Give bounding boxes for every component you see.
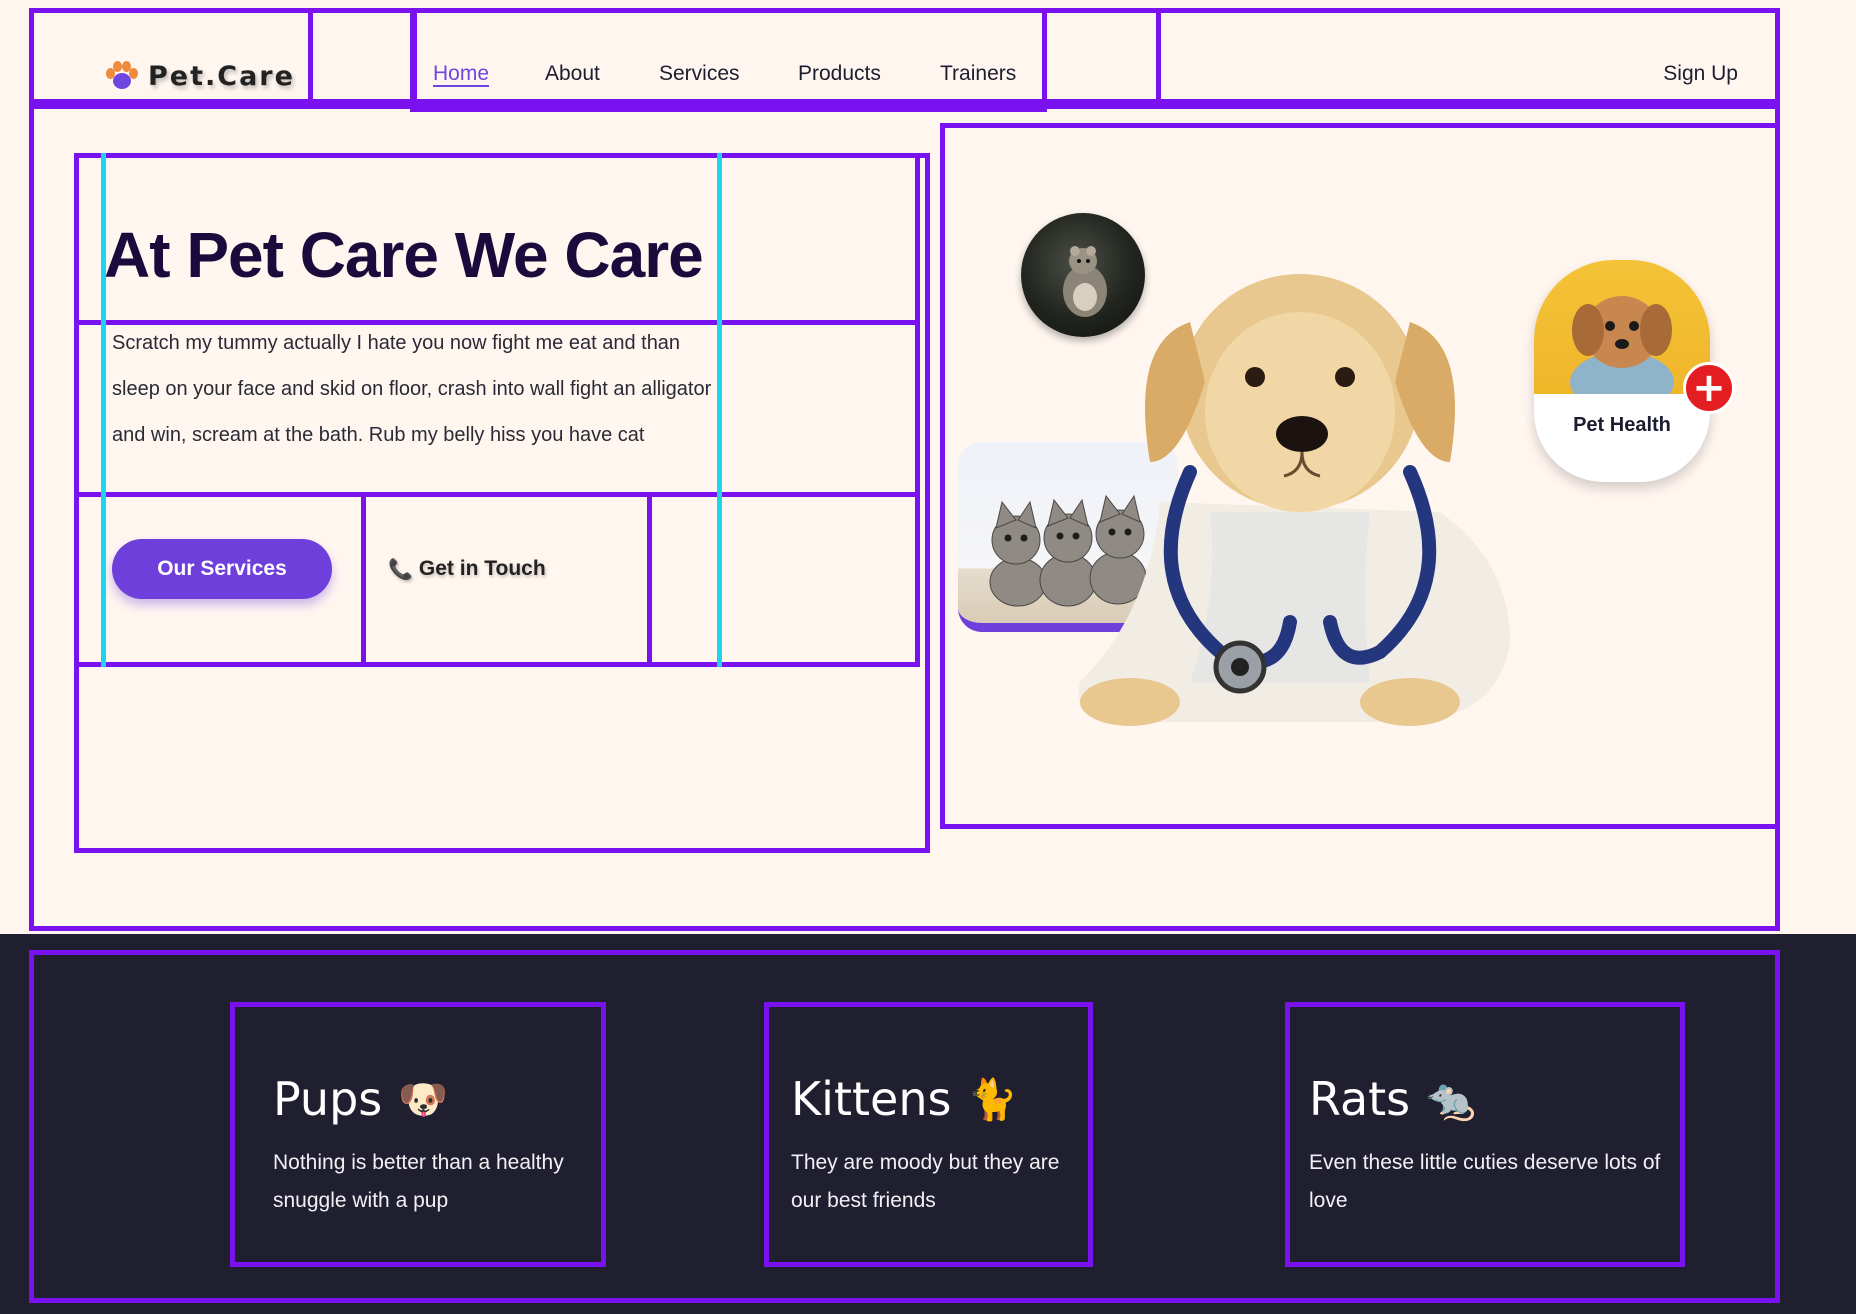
small-dog-image [1534,260,1710,412]
cat-icon: 🐈 [967,1076,1018,1123]
hero-title: At Pet Care We Care [104,219,704,291]
logo[interactable]: Pet.Care [104,56,295,96]
plus-icon: + [1683,362,1735,414]
our-services-button[interactable]: Our Services [112,539,332,599]
pet-health-label: Pet Health [1573,414,1671,436]
nav-cell-outline [410,8,1047,112]
nav-about[interactable]: About [545,62,600,86]
paw-icon [104,59,138,93]
spacer-cell-outline-2 [1042,8,1161,104]
pet-health-card[interactable]: Pet Health [1534,260,1710,482]
empty-cell-outline [647,492,920,667]
nav-trainers[interactable]: Trainers [940,62,1016,86]
spacer-cell-outline [308,8,417,104]
feature-text-pups: Nothing is better than a healthy snuggle… [273,1151,564,1212]
feature-title-rats: Rats 🐀 [1309,1072,1476,1126]
signup-cell-outline [1156,8,1780,104]
nav-products[interactable]: Products [798,62,881,86]
feature-title-pups: Pups 🐶 [273,1072,449,1126]
phone-icon: 📞 [388,558,413,581]
hero-description: Scratch my tummy actually I hate you now… [112,332,712,446]
puppy-with-stethoscope-image [1040,262,1540,732]
dog-face-icon: 🐶 [398,1076,449,1123]
nav-services[interactable]: Services [659,62,740,86]
sign-up-link[interactable]: Sign Up [1663,62,1738,86]
get-in-touch-button[interactable]: 📞 Get in Touch [388,552,546,586]
feature-text-kittens: They are moody but they are our best fri… [791,1151,1060,1212]
get-in-touch-label: Get in Touch [418,557,546,580]
nav-home[interactable]: Home [433,62,489,86]
rat-icon: 🐀 [1426,1076,1476,1123]
feature-title-kittens: Kittens 🐈 [791,1072,1018,1126]
feature-text-rats: Even these little cuties deserve lots of… [1309,1151,1661,1212]
brand-name: Pet.Care [148,60,295,92]
